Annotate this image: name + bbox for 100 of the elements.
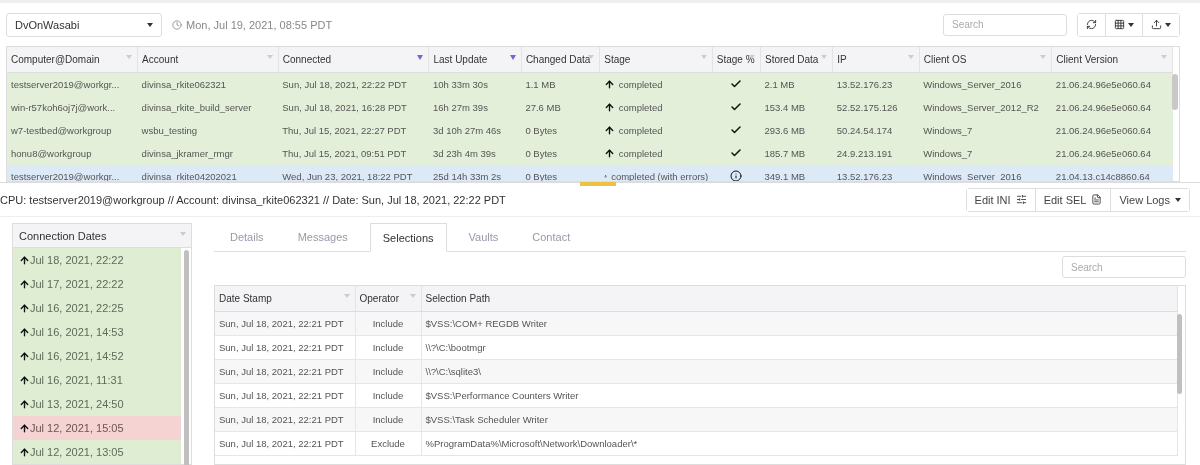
column-header[interactable]: Operator	[355, 286, 421, 312]
arrow-up-icon	[19, 254, 30, 266]
table-cell: completed	[618, 125, 663, 136]
table-cell: Include	[355, 383, 421, 408]
profile-dropdown[interactable]: DvOnWasabi	[6, 12, 162, 37]
arrow-up-icon	[603, 79, 615, 90]
list-heading: Connection Dates	[19, 229, 107, 242]
table-cell: Sun, Jul 18, 2021, 22:21 PDT	[215, 431, 355, 456]
table-cell: w7-testbed@workgroup	[7, 119, 138, 142]
detail-caption: CPU: testserver2019@workgroup // Account: divinsa_rkite062321 // Date: Sun, Jul 18, 2021, 22:22 PDT	[0, 193, 506, 206]
connection-date-item[interactable]: Jul 17, 2021, 22:22	[13, 272, 181, 296]
connection-date-item[interactable]: Jul 12, 2021, 13:05	[13, 440, 181, 464]
connection-date-item[interactable]: Jul 12, 2021, 15:05	[13, 416, 181, 440]
search-field[interactable]: Search	[1062, 256, 1186, 278]
arrow-up-icon	[19, 374, 30, 386]
caret-icon	[1175, 197, 1181, 202]
connection-date-item[interactable]: Jul 13, 2021, 24:50	[13, 392, 181, 416]
connection-date-item[interactable]: Jul 16, 2021, 14:53	[13, 320, 181, 344]
client-row[interactable]: honu8@workgroup divinsa_jkramer_rmgr Thu, Jul 15, 2021, 09:51 PDT 3d 23h 4m 39s 0 Bytes completed 185.7 MB 24.9.213.191 Windows_7 21.06.24.96e5e060.64	[7, 142, 1173, 165]
grid-icon	[1114, 19, 1125, 30]
connection-date-item[interactable]: Jul 16, 2021, 22:25	[13, 296, 181, 320]
arrow-up-icon	[19, 302, 30, 314]
column-header[interactable]: Client OS	[919, 47, 1052, 73]
table-cell: Windows_7	[919, 119, 1052, 142]
check-icon	[730, 146, 743, 159]
table-cell: \\?\C:\bootmgr	[421, 335, 1177, 360]
export-button[interactable]	[1142, 13, 1179, 36]
table-cell: 50.24.54.174	[832, 119, 920, 142]
table-cell: win-r57koh6oj7j@work...	[7, 96, 138, 119]
table-cell: Windows_Server_2016	[919, 72, 1052, 96]
table-cell: wsbu_testing	[137, 119, 279, 142]
connection-date-item[interactable]: Jul 16, 2021, 14:52	[13, 344, 181, 368]
table-cell: 13.52.176.23	[832, 165, 920, 181]
caret-icon	[147, 22, 153, 27]
table-cell: Sun, Jul 18, 2021, 22:21 PDT	[215, 359, 355, 384]
table-cell: 10h 33m 30s	[428, 72, 522, 96]
table-cell: testserver2019@workgr...	[7, 72, 138, 96]
table-cell: 185.7 MB	[760, 142, 833, 165]
table-cell: Sun, Jul 18, 2021, 22:21 PDT	[215, 407, 355, 432]
table-cell: Include	[355, 407, 421, 432]
table-cell: 153.4 MB	[760, 96, 833, 119]
tab[interactable]: Selections	[369, 223, 447, 252]
column-header[interactable]: Computer@Domain	[7, 47, 138, 73]
client-row[interactable]: testserver2019@workgr... divinsa_rkite062321 Sun, Jul 18, 2021, 22:22 PDT 10h 33m 30s 1.1 MB completed 2.1 MB 13.52.176.23 Windows_Server_2016 21.06.24.96e5e060.64	[7, 72, 1173, 96]
scrollbar[interactable]	[1172, 74, 1178, 110]
search-field[interactable]: Search	[943, 13, 1067, 36]
arrow-up-icon	[19, 350, 30, 362]
table-cell: Sun, Jul 18, 2021, 22:22 PDT	[278, 72, 429, 96]
check-icon	[730, 77, 743, 90]
action-button[interactable]: View Logs	[1110, 188, 1189, 211]
arrow-up-icon	[603, 125, 615, 136]
table-cell: Exclude	[355, 431, 421, 456]
table-cell: divinsa_rkite04202021	[137, 165, 279, 181]
column-header[interactable]: Changed Data	[521, 47, 600, 73]
column-header[interactable]: Selection Path	[421, 286, 1177, 312]
table-cell: 21.06.24.96e5e060.64	[1051, 142, 1173, 165]
arrow-up-icon	[19, 326, 30, 338]
sort-icon	[409, 294, 416, 298]
table-cell: Wed, Jun 23, 2021, 18:22 PDT	[278, 165, 429, 181]
arrow-up-icon	[19, 278, 30, 290]
caret-icon	[1128, 22, 1134, 27]
export-icon	[1151, 19, 1162, 30]
table-cell: Sun, Jul 18, 2021, 22:21 PDT	[215, 383, 355, 408]
column-header[interactable]: Last Update	[428, 47, 522, 73]
table-cell: 0 Bytes	[521, 119, 600, 142]
table-cell: 3d 23h 4m 39s	[428, 142, 522, 165]
scrollbar[interactable]	[184, 250, 189, 465]
client-row[interactable]: w7-testbed@workgroup wsbu_testing Thu, Jul 15, 2021, 22:27 PDT 3d 10h 27m 46s 0 Bytes completed 293.6 MB 50.24.54.174 Windows_7 21.06.24.96e5e060.64	[7, 119, 1173, 142]
connection-date-item[interactable]: Jul 16, 2021, 11:31	[13, 368, 181, 392]
timestamp: Mon, Jul 19, 2021, 08:55 PDT	[186, 18, 333, 31]
table-cell: 13.52.176.23	[832, 72, 920, 96]
table-cell: completed	[618, 79, 663, 90]
table-cell: divinsa_rkite062321	[137, 72, 279, 96]
arrow-up-icon	[19, 422, 30, 434]
caret-icon	[1165, 22, 1171, 27]
column-header[interactable]: Stored Data	[760, 47, 833, 73]
table-cell: 349.1 MB	[760, 165, 833, 181]
table-cell: Include	[355, 335, 421, 360]
arrow-up-icon	[19, 446, 30, 458]
table-cell: Include	[355, 311, 421, 336]
table-cell: Windows_Server_2012_R2	[919, 96, 1052, 119]
client-row[interactable]: win-r57koh6oj7j@work... divinsa_rkite_build_server Sun, Jul 18, 2021, 16:28 PDT 16h 27m 39s 27.6 MB completed 153.4 MB 52.52.175.126 Windows_Server_2012_R2 21.06.24.96e5e060.64	[7, 96, 1173, 119]
column-header[interactable]: Date Stamp	[215, 286, 355, 312]
check-icon	[730, 100, 743, 113]
column-header[interactable]: Client Version	[1051, 47, 1173, 73]
sliders-icon	[1015, 194, 1027, 205]
column-header[interactable]: Connected	[278, 47, 429, 73]
table-cell: $VSS:\Performance Counters Writer	[421, 383, 1177, 408]
table-cell: %ProgramData%\Microsoft\Network\Downloader\*	[421, 431, 1177, 456]
column-header[interactable]: IP	[832, 47, 920, 73]
connection-date-item[interactable]: Jul 18, 2021, 22:22	[13, 248, 181, 272]
column-header[interactable]: Account	[137, 47, 279, 73]
table-cell: 24.9.213.191	[832, 142, 920, 165]
scrollbar[interactable]	[580, 182, 616, 186]
scrollbar[interactable]	[1177, 314, 1182, 394]
arrow-up-icon	[603, 102, 615, 113]
info-icon	[730, 169, 743, 181]
table-cell: 21.06.24.96e5e060.64	[1051, 119, 1173, 142]
column-header[interactable]: Stage	[599, 47, 713, 73]
table-cell: 293.6 MB	[760, 119, 833, 142]
